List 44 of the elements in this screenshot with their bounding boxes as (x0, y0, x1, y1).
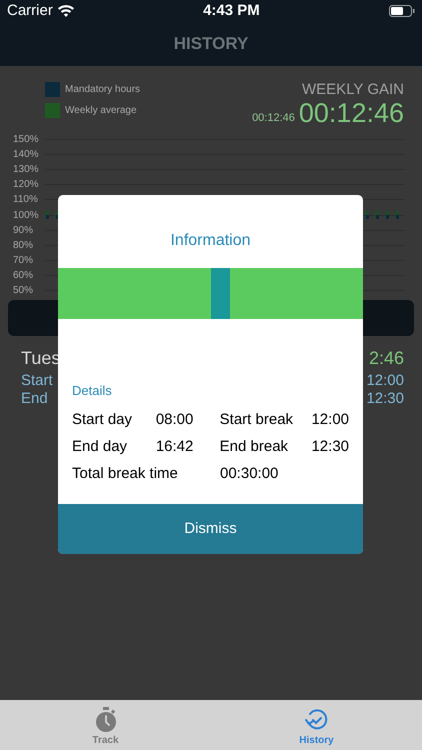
tab-label[interactable]: Track (92, 733, 119, 748)
stopwatch-icon[interactable] (94, 707, 118, 733)
axis-label: 130% (13, 163, 40, 178)
day-total: 2:46 (368, 347, 404, 370)
weekly-gain-label: WEEKLY GAIN (302, 82, 404, 97)
nav-title: HISTORY (174, 33, 248, 56)
axis-label: 50% (13, 284, 34, 298)
legend-label: Mandatory hours (65, 83, 140, 97)
tab[interactable]: Track (0, 700, 211, 750)
axis-label: 120% (13, 178, 40, 192)
day-row-label: Start (21, 372, 53, 390)
axis-label: 110% (13, 193, 39, 208)
field-value: 12:00 (311, 410, 350, 430)
field-label: Total break time (72, 464, 179, 484)
field-label: Start break (220, 410, 294, 430)
axis-label: 100% (13, 208, 40, 223)
field-value: 08:00 (156, 410, 194, 430)
field-value: 12:30 (311, 436, 350, 457)
field-label: Start day (72, 410, 134, 430)
legend-label: Weekly average (65, 104, 137, 118)
wifi-icon (58, 5, 74, 17)
axis-label: 150% (13, 133, 40, 148)
dialog-title: Information (170, 230, 251, 250)
axis-label: 80% (13, 238, 34, 253)
day-row-label: End (21, 390, 48, 408)
weekly-gain-small: 00:12:46 (252, 111, 295, 126)
axis-label: 140% (13, 148, 40, 162)
day-row-value: 12:30 (366, 390, 404, 408)
field-label: End day (72, 436, 128, 457)
field-value: 00:30:00 (220, 464, 278, 484)
battery-icon (388, 5, 415, 17)
field-value: 16:42 (156, 436, 194, 457)
axis-label: 60% (13, 268, 34, 283)
axis-label: 70% (13, 254, 34, 268)
axis-label: 90% (13, 224, 34, 238)
field-label: End break (220, 436, 290, 457)
weekly-gain-value: 00:12:46 (298, 97, 404, 130)
day-row-value: 12:00 (366, 372, 404, 390)
status-time: 4:43 PM (203, 0, 260, 21)
tab[interactable]: History (211, 700, 422, 750)
section-heading: Details (72, 382, 113, 400)
dismiss-button[interactable]: Dismiss (58, 504, 363, 554)
tab-label[interactable]: History (299, 733, 334, 748)
carrier-label: Carrier (7, 0, 53, 21)
